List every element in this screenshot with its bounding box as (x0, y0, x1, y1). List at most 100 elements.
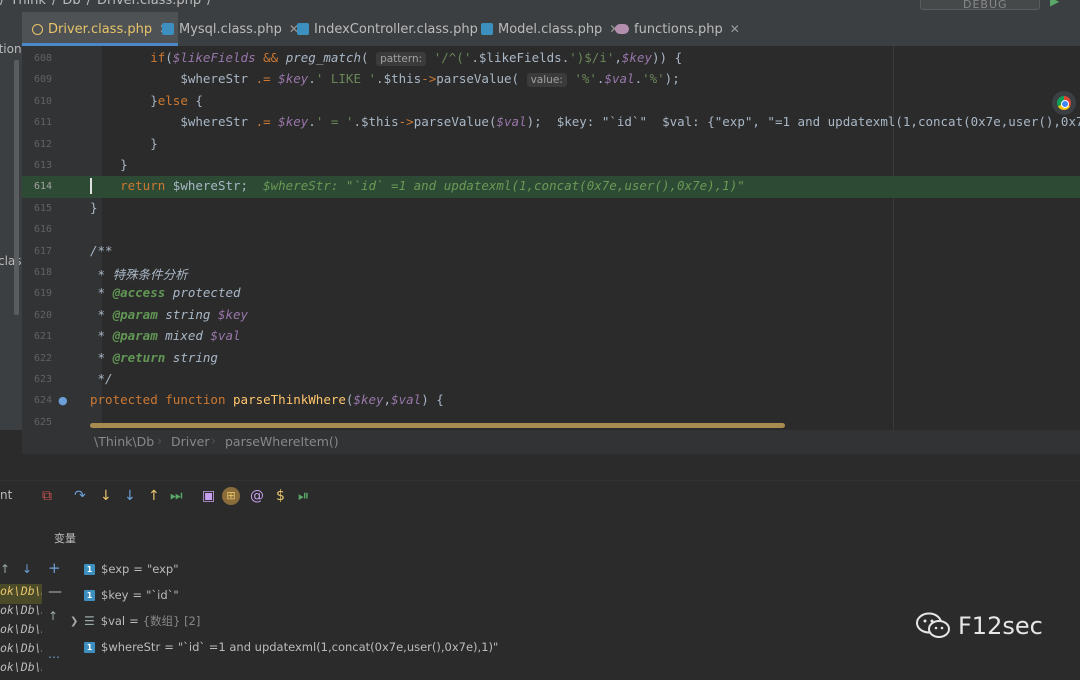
code-line[interactable]: 616 (22, 219, 1080, 240)
evaluate-expression-icon[interactable]: ▣ (202, 488, 215, 504)
variable-row[interactable]: 1 $key = "`id`" (70, 584, 179, 606)
code-line[interactable]: 618 * 特殊条件分析 (22, 262, 1080, 283)
stack-frame[interactable]: ok\Db\D (0, 622, 42, 642)
inline-debug-value: $whereStr: "`id` =1 and updatexml(1,conc… (263, 178, 745, 194)
tab-functions[interactable]: functions.php ✕ (615, 12, 740, 46)
debug-toolbar: nt ⧉ ↷ ↓ ↓ ↑ ⏭ ▣ ⊞ @ $ ⏯ (0, 486, 1080, 510)
navigation-bar: / Think / Db / Driver.class.php / DEBUG ▶ (0, 0, 1080, 12)
code-text: return $whereStr; $whereStr: "`id` =1 an… (120, 178, 745, 194)
wechat-icon (916, 612, 952, 640)
code-text: protected function parseThinkWhere($key,… (90, 392, 444, 408)
console-tab-fragment[interactable]: nt (0, 488, 12, 502)
line-number: 611 (33, 117, 52, 129)
line-number: 619 (33, 288, 52, 300)
variable-row[interactable]: ❯ ☰ $val = {数组} [2] (70, 610, 200, 632)
line-number: 615 (33, 202, 52, 214)
code-text: * @access protected (90, 285, 241, 301)
variable-row[interactable]: 1 $exp = "exp" (70, 558, 179, 580)
code-line[interactable]: 621 * @param mixed $val (22, 326, 1080, 347)
code-line[interactable]: 612 } (22, 134, 1080, 155)
step-over-icon[interactable]: ↷ (74, 488, 86, 504)
force-step-into-icon[interactable]: ↓ (124, 488, 136, 504)
evaluate-icon[interactable]: ⊞ (222, 487, 240, 505)
breadcrumb-namespace[interactable]: \Think\Db (94, 434, 154, 449)
class-icon (32, 23, 43, 35)
code-line[interactable]: 610 }else { (22, 91, 1080, 112)
inline-debug-value: $val: {"exp", "=1 and updatexml(1,concat… (662, 114, 1080, 130)
breadcrumb: \Think\Db › Driver › parseWhereItem() (22, 430, 1080, 454)
breadcrumb-separator-icon: › (157, 433, 162, 448)
stack-frame[interactable]: ok\Db\D (0, 584, 42, 604)
step-into-icon[interactable]: ↓ (100, 488, 112, 504)
variables-label: 变量 (54, 532, 76, 545)
code-line[interactable]: 609 $whereStr .= $key.' LIKE '.$this->pa… (22, 69, 1080, 90)
breadcrumb-class[interactable]: Driver (171, 434, 209, 449)
code-line[interactable]: 622 * @return string (22, 348, 1080, 369)
dollar-icon[interactable]: $ (276, 488, 285, 504)
line-number: 625 (33, 416, 52, 428)
variable-value: {数组} [2] (142, 614, 201, 628)
code-text: } (120, 157, 128, 172)
tab-label: functions.php (634, 21, 723, 37)
tab-label: IndexController.class.php (314, 21, 478, 37)
restart-frames-icon[interactable]: ⧉ (42, 488, 52, 504)
move-up-icon[interactable]: ↑ (48, 609, 58, 623)
variable-type-icon: 1 (84, 563, 95, 575)
stack-frame[interactable]: ok\Db\D (0, 603, 42, 623)
line-number: 612 (33, 138, 52, 150)
code-line[interactable]: 617 /** (22, 241, 1080, 262)
add-watch-icon[interactable]: + (48, 559, 61, 577)
run-icon[interactable]: ▶ (1050, 0, 1059, 8)
code-line[interactable]: 613 } (22, 155, 1080, 176)
watch-icon[interactable]: @ (250, 488, 264, 504)
close-icon[interactable]: ✕ (730, 22, 740, 36)
line-number: 624 (33, 395, 52, 407)
breadcrumb-separator-icon: › (211, 433, 216, 448)
code-editor[interactable]: 608 if($likeFields && preg_match( patter… (22, 46, 1080, 430)
run-to-cursor-icon[interactable]: ⏭ (170, 488, 183, 504)
php-file-icon (481, 23, 493, 35)
code-line[interactable]: 620 * @param string $key (22, 305, 1080, 326)
more-icon[interactable]: ⋯ (48, 650, 60, 664)
param-hint: value: (526, 73, 567, 88)
horizontal-scrollbar[interactable] (90, 423, 785, 428)
step-out-icon[interactable]: ↑ (148, 488, 160, 504)
breadcrumb-method[interactable]: parseWhereItem() (225, 434, 339, 449)
variable-value: "`id`" (146, 588, 179, 602)
php-elephant-icon (615, 24, 629, 34)
code-line[interactable]: 619 * @access protected (22, 283, 1080, 304)
remove-watch-icon[interactable]: — (48, 584, 62, 600)
code-line[interactable]: 611 $whereStr .= $key.' = '.$this->parse… (22, 112, 1080, 133)
line-number: 610 (33, 95, 52, 107)
stack-frame[interactable]: ok\Db\D (0, 641, 42, 661)
chrome-browser-icon[interactable] (1052, 91, 1076, 115)
variable-name: $exp (101, 562, 130, 576)
variable-name: $key (101, 588, 129, 602)
resume-icon[interactable]: ⏯ (298, 488, 309, 504)
tab-model[interactable]: Model.class.php ✕ (481, 12, 619, 46)
file-path-breadcrumb[interactable]: / Think / Db / Driver.class.php / (0, 0, 217, 8)
tab-mysql[interactable]: Mysql.class.php ✕ (162, 12, 299, 46)
code-line[interactable]: 623 */ (22, 369, 1080, 390)
run-configuration-select[interactable]: DEBUG (920, 0, 1040, 11)
scrollbar[interactable] (14, 60, 19, 315)
code-line[interactable]: 624 ● protected function parseThinkWhere… (22, 390, 1080, 411)
tab-indexcontroller[interactable]: IndexController.class.php ✕ (297, 12, 495, 46)
tab-label: Mysql.class.php (179, 21, 282, 37)
php-file-icon (297, 23, 309, 35)
code-line[interactable]: 615 } (22, 198, 1080, 219)
current-execution-line[interactable]: 614 return $whereStr; $whereStr: "`id` =… (22, 176, 1080, 198)
code-text: * 特殊条件分析 (97, 267, 188, 282)
variable-name: $whereStr (101, 640, 161, 654)
expand-arrow-icon[interactable]: ❯ (70, 616, 84, 627)
line-number: 620 (33, 309, 52, 321)
method-override-icon[interactable]: ● (58, 394, 68, 407)
panel-label: ction (0, 42, 22, 56)
inline-debug-value: $key: "`id`" (556, 114, 648, 130)
code-text: * @return string (90, 349, 218, 365)
tab-driver[interactable]: Driver.class.php ✕ (22, 12, 179, 46)
variable-row[interactable]: 1 $whereStr = "`id` =1 and updatexml(1,con… (70, 636, 498, 658)
stack-frame[interactable]: ok\Db\D (0, 660, 42, 680)
code-line[interactable]: 608 if($likeFields && preg_match( patter… (22, 48, 1080, 69)
code-text: } (150, 135, 158, 151)
